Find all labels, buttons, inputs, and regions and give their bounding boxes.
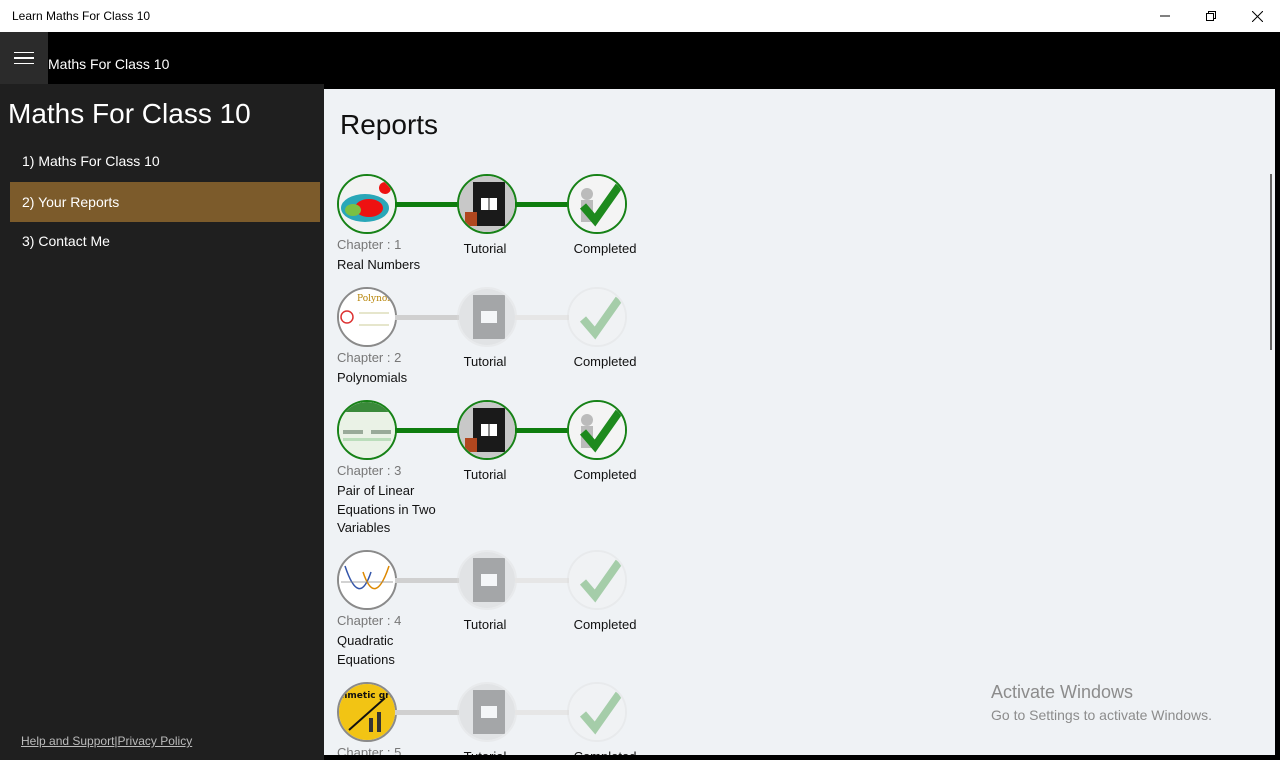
chapter-name: Quadratic Equations [337,633,395,667]
tutorial-step[interactable] [457,400,517,460]
checkmark-icon [569,176,625,232]
linear-equations-thumbnail-icon [339,402,395,458]
progress-connector [395,315,459,320]
chapter-name: Real Numbers [337,257,421,272]
watermark-line1: Activate Windows [991,682,1134,702]
progress-connector [515,428,569,433]
watermark-line2: Go to Settings to activate Windows. [991,707,1212,723]
tutorial-step[interactable] [457,174,517,234]
hamburger-icon [14,51,34,54]
real-numbers-thumbnail-icon [339,176,395,232]
close-button[interactable] [1234,0,1280,32]
tutorial-book-icon [459,684,515,740]
tutorial-label: Tutorial [463,354,507,369]
progress-connector [395,202,459,207]
progress-connector [515,710,569,715]
chapter-thumbnail[interactable]: hmetic gressio [337,682,397,742]
completed-step[interactable] [567,400,627,460]
checkmark-icon [569,684,625,740]
tutorial-label: Tutorial [435,749,535,755]
completed-label: Completed [573,617,637,632]
chapter-number: Chapter : 5 [337,745,402,755]
chapter-thumbnail[interactable]: Polynom [337,287,397,347]
completed-step[interactable] [567,682,627,742]
completed-label: Completed [573,354,637,369]
app-header: Maths For Class 10 [0,32,1280,84]
thumbnail-text: Polynom [357,294,395,304]
activation-watermark: Activate Windows Go to Settings to activ… [991,682,1212,723]
tutorial-book-icon [459,402,515,458]
tutorial-label: Tutorial [463,241,507,256]
maximize-button[interactable] [1188,0,1234,32]
tutorial-label: Tutorial [463,617,507,632]
chapter-name: Polynomials [337,370,408,385]
sidebar-heading: Maths For Class 10 [8,98,251,129]
sidebar: Maths For Class 10 1) Maths For Class 10… [0,84,324,760]
chapter-thumbnail[interactable] [337,550,397,610]
completed-step[interactable] [567,550,627,610]
sidebar-item-maths[interactable]: 1) Maths For Class 10 [10,141,320,181]
progress-connector [395,428,459,433]
sidebar-item-contact[interactable]: 3) Contact Me [10,221,320,261]
checkmark-icon [569,552,625,608]
scrollbar-thumb[interactable] [1270,174,1272,350]
completed-step[interactable] [567,287,627,347]
polynomials-thumbnail-icon: Polynom [339,289,395,345]
restore-icon [1206,11,1216,21]
quadratic-equations-thumbnail-icon [339,552,395,608]
chapter-number: Chapter : 3 [337,463,402,478]
chapter-thumbnail[interactable] [337,174,397,234]
chapter-name: Pair of Linear Equations in Two Variable… [337,483,436,535]
tutorial-label: Tutorial [463,467,507,482]
app-title: Maths For Class 10 [48,56,170,72]
chapter-thumbnail[interactable] [337,400,397,460]
arithmetic-progression-thumbnail-icon: hmetic gressio [339,684,395,740]
progress-connector [515,202,569,207]
minimize-icon [1160,15,1170,17]
window-titlebar: Learn Maths For Class 10 [0,0,1280,32]
chapter-number: Chapter : 2 [337,350,402,365]
window-title: Learn Maths For Class 10 [12,9,151,23]
reports-panel: Reports Chapter: 1 Real Numbers Tutoria… [324,89,1275,755]
completed-label: Completed [555,749,655,755]
completed-step[interactable] [567,174,627,234]
chapter-number: Chapter : 4 [337,613,402,628]
footer-links: Help and Support|Privacy Policy [21,734,192,748]
checkmark-icon [569,289,625,345]
tutorial-step[interactable] [457,287,517,347]
hamburger-menu-button[interactable] [0,32,48,84]
minimize-button[interactable] [1142,0,1188,32]
tutorial-book-icon [459,176,515,232]
progress-connector [515,578,569,583]
progress-connector [515,315,569,320]
privacy-policy-link[interactable]: Privacy Policy [118,734,193,748]
progress-connector [395,578,459,583]
sidebar-item-reports[interactable]: 2) Your Reports [10,182,320,222]
chapter-number: Chapter : 1 [337,237,402,252]
progress-connector [395,710,459,715]
completed-label: Completed [573,241,637,256]
tutorial-book-icon [459,289,515,345]
help-support-link[interactable]: Help and Support [21,734,114,748]
completed-label: Completed [573,467,637,482]
checkmark-icon [569,402,625,458]
close-icon [1251,10,1263,22]
tutorial-book-icon [459,552,515,608]
thumbnail-text: hmetic gressio [341,691,395,701]
tutorial-step[interactable] [457,682,517,742]
page-title: Reports [340,109,439,140]
tutorial-step[interactable] [457,550,517,610]
